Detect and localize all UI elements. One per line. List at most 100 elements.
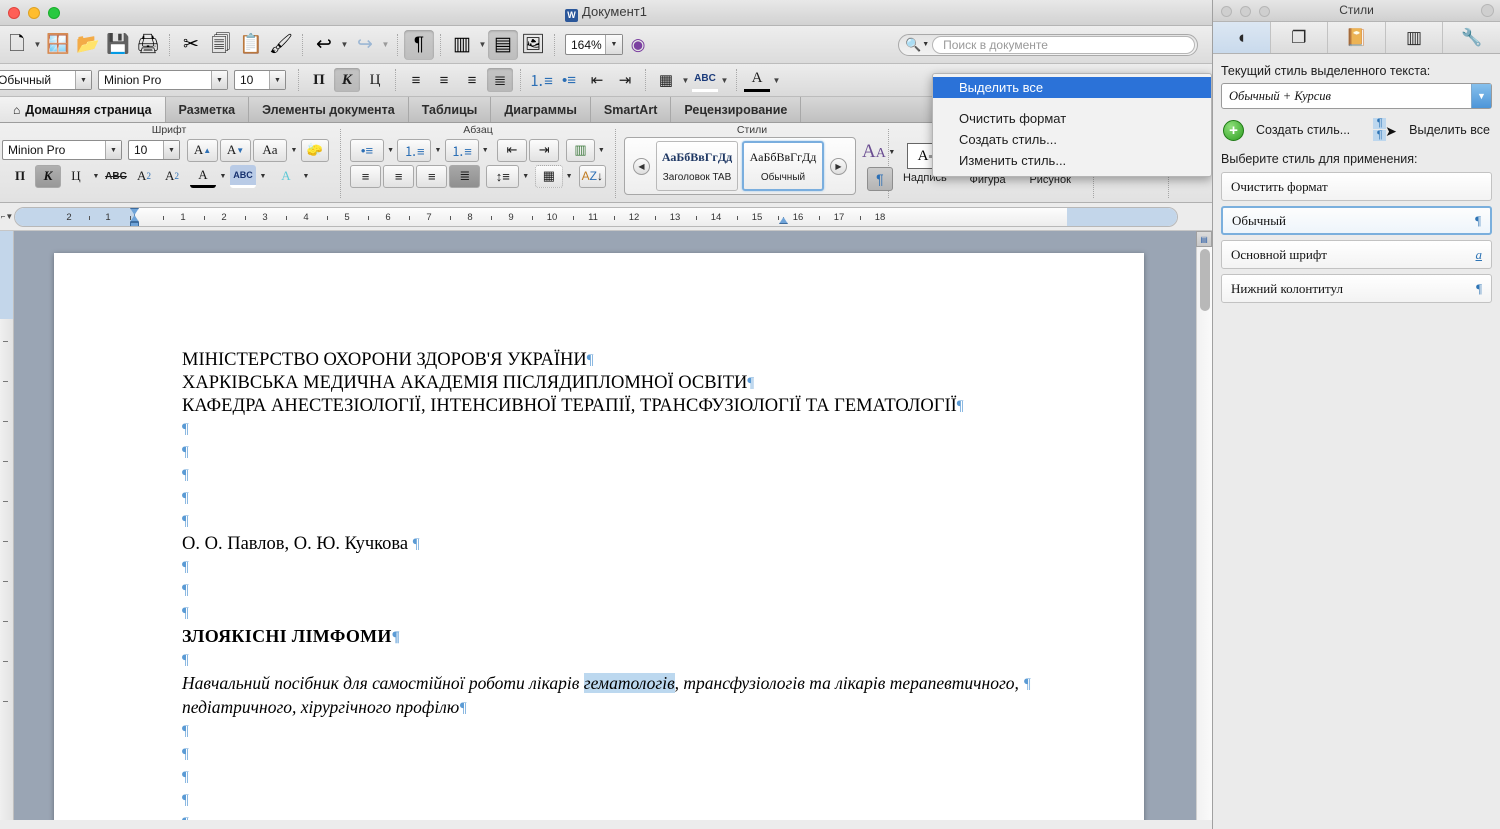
styles-palette-collapse-button[interactable] [1481,4,1494,17]
style-gallery-prev-button[interactable]: ◀ [633,157,650,175]
cut-icon[interactable]: ✂ [176,30,206,60]
document-empty-line[interactable]: ¶ [182,441,1144,464]
context-menu-item-select-all[interactable]: Выделить все [933,77,1211,98]
bulleted-list-dropdown-icon[interactable]: ▼ [385,147,396,154]
borders-icon[interactable]: ▦ [535,164,563,188]
align-justify-icon[interactable]: ≣ [449,164,481,188]
text-effects-icon[interactable]: A [273,165,299,188]
columns-icon[interactable]: ▥ [566,138,595,162]
clear-formatting-icon[interactable]: 🧽 [301,138,329,162]
align-center-icon[interactable]: ≡ [431,68,457,92]
shrink-font-button[interactable]: A ▼ [220,138,251,162]
vertical-scrollbar[interactable]: ▤ [1196,231,1212,820]
tools-tab[interactable]: 🔧 [1443,22,1500,53]
copy-icon[interactable]: 🗐 [206,30,236,60]
style-card-heading-tab[interactable]: АаБбВвГгДд Заголовок TAB [656,141,738,191]
new-style-link[interactable]: Создать стиль... [1256,123,1350,137]
style-list-item-footer[interactable]: Нижний колонтитул ¶ [1221,274,1492,303]
multilevel-list-icon[interactable]: ⒈≡ [444,138,479,162]
open-gallery-icon[interactable]: 🪟 [43,30,73,60]
document-empty-line[interactable]: ¶ [182,766,1144,789]
search-options-icon[interactable]: ▼ [922,41,929,48]
redo-icon[interactable]: ↪ [350,30,380,60]
subscript-button[interactable]: A2 [159,165,185,188]
media-browser-icon[interactable]: 🖼 [518,30,548,60]
document-line-authors[interactable]: О. О. Павлов, О. Ю. Кучкова ¶ [182,533,1144,556]
horizontal-ruler[interactable]: 2 1 1 2 3 4 5 6 7 8 9 10 11 12 13 14 15 … [14,207,1178,227]
columns-dropdown-icon[interactable]: ▼ [596,147,607,154]
select-all-icon[interactable]: ¶ ¶ ➤ [1371,118,1405,142]
increase-indent-icon[interactable]: ⇥ [529,138,560,162]
layers-tab[interactable]: ❐ [1271,22,1329,53]
italic-button[interactable]: К [334,68,360,92]
notebook-layout-icon[interactable]: ▤ [488,29,518,60]
left-indent-marker[interactable] [130,222,139,226]
align-center-icon[interactable]: ≡ [383,164,415,188]
scrollbar-thumb[interactable] [1200,249,1210,311]
new-document-icon[interactable]: 🗋 [2,30,32,60]
zoom-level-control[interactable]: 164% ▼ [565,34,623,55]
paste-icon[interactable]: 📋 [236,30,266,60]
document-empty-line[interactable]: ¶ [182,812,1144,820]
style-card-normal[interactable]: АаБбВвГгДд Обычный [742,141,824,191]
sidebar-panel-icon[interactable]: ▥ [447,30,477,60]
style-list-item-default-font[interactable]: Основной шрифт a [1221,240,1492,269]
highlight-color-icon[interactable]: ABC [692,68,718,92]
decrease-indent-icon[interactable]: ⇤ [496,138,528,162]
align-right-icon[interactable]: ≡ [459,68,485,92]
help-icon[interactable]: ◉ [623,30,653,60]
new-style-plus-icon[interactable]: + [1223,119,1244,141]
tab-document-elements[interactable]: Элементы документа [249,97,409,122]
save-icon[interactable]: 💾 [103,30,133,60]
style-gallery[interactable]: ◀ АаБбВвГгДд Заголовок TAB АаБбВвГгДд Об… [624,137,856,195]
grow-font-button[interactable]: A ▲ [187,138,218,162]
select-all-link[interactable]: Выделить все [1409,123,1490,137]
change-styles-icon[interactable]: AA [862,141,886,163]
ribbon-underline-button[interactable]: Ц [63,165,89,188]
search-icon[interactable]: 🔍 [905,37,921,53]
font-color-dropdown-icon[interactable]: ▼ [771,76,782,85]
reference-tab[interactable]: ▥ [1386,22,1444,53]
tab-tables[interactable]: Таблицы [408,97,492,122]
search-box[interactable]: 🔍 ▼ Поиск в документе [898,33,1198,56]
increase-indent-icon[interactable]: ⇥ [612,68,638,92]
numbered-list-icon[interactable]: ⒈≡ [528,68,554,92]
font-color-icon[interactable]: A [744,68,770,92]
print-icon[interactable]: 🖨 [133,30,163,60]
document-empty-line[interactable]: ¶ [182,418,1144,441]
undo-dropdown-icon[interactable]: ▼ [339,40,350,49]
document-empty-line[interactable]: ¶ [182,720,1144,743]
multilevel-list-dropdown-icon[interactable]: ▼ [480,147,491,154]
right-indent-marker[interactable] [779,217,788,224]
style-list-item-normal[interactable]: Обычный ¶ [1221,206,1492,235]
bulleted-list-icon[interactable]: •≡ [556,68,582,92]
document-line-heading[interactable]: ЗЛОЯКІСНІ ЛІМФОМИ¶ [182,625,1144,649]
styles-pane-icon[interactable]: ¶ [866,167,893,191]
document-empty-line[interactable]: ¶ [182,487,1144,510]
highlight-dropdown-icon[interactable]: ▼ [719,76,730,85]
ribbon-highlight-dropdown-icon[interactable]: ▼ [257,173,269,180]
document-empty-line[interactable]: ¶ [182,602,1144,625]
tab-smartart[interactable]: SmartArt [590,97,672,122]
document-line[interactable]: ХАРКІВСЬКА МЕДИЧНА АКАДЕМІЯ ПІСЛЯДИПЛОМН… [182,372,1144,395]
ribbon-italic-button[interactable]: К [35,164,61,188]
document-subtitle-paragraph[interactable]: Навчальний посібник для самостійної робо… [182,672,1082,720]
ribbon-font-name-dropdown-icon[interactable]: ▼ [105,141,121,159]
borders-dropdown-icon[interactable]: ▼ [680,76,691,85]
format-painter-icon[interactable]: 🖌 [266,30,296,60]
context-menu-item-new-style[interactable]: Создать стиль... [933,129,1211,150]
tab-stop-selector[interactable]: ⌐▼ [0,203,14,230]
selected-word[interactable]: гематологів [583,673,675,693]
document-empty-line[interactable]: ¶ [182,743,1144,766]
undo-icon[interactable]: ↩ [309,30,339,60]
align-left-icon[interactable]: ≡ [350,164,382,188]
ribbon-font-color-icon[interactable]: A [190,165,216,188]
ribbon-highlight-icon[interactable]: ABC [230,164,256,188]
line-spacing-dropdown-icon[interactable]: ▼ [520,173,531,180]
numbered-list-icon[interactable]: ⒈≡ [397,138,432,162]
document-line[interactable]: МІНІСТЕРСТВО ОХОРОНИ ЗДОРОВ'Я УКРАЇНИ¶ [182,349,1144,372]
align-left-icon[interactable]: ≡ [403,68,429,92]
bulleted-list-icon[interactable]: •≡ [350,138,384,162]
strikethrough-button[interactable]: ABC [103,165,129,188]
underline-dropdown-icon[interactable]: ▼ [90,173,102,180]
